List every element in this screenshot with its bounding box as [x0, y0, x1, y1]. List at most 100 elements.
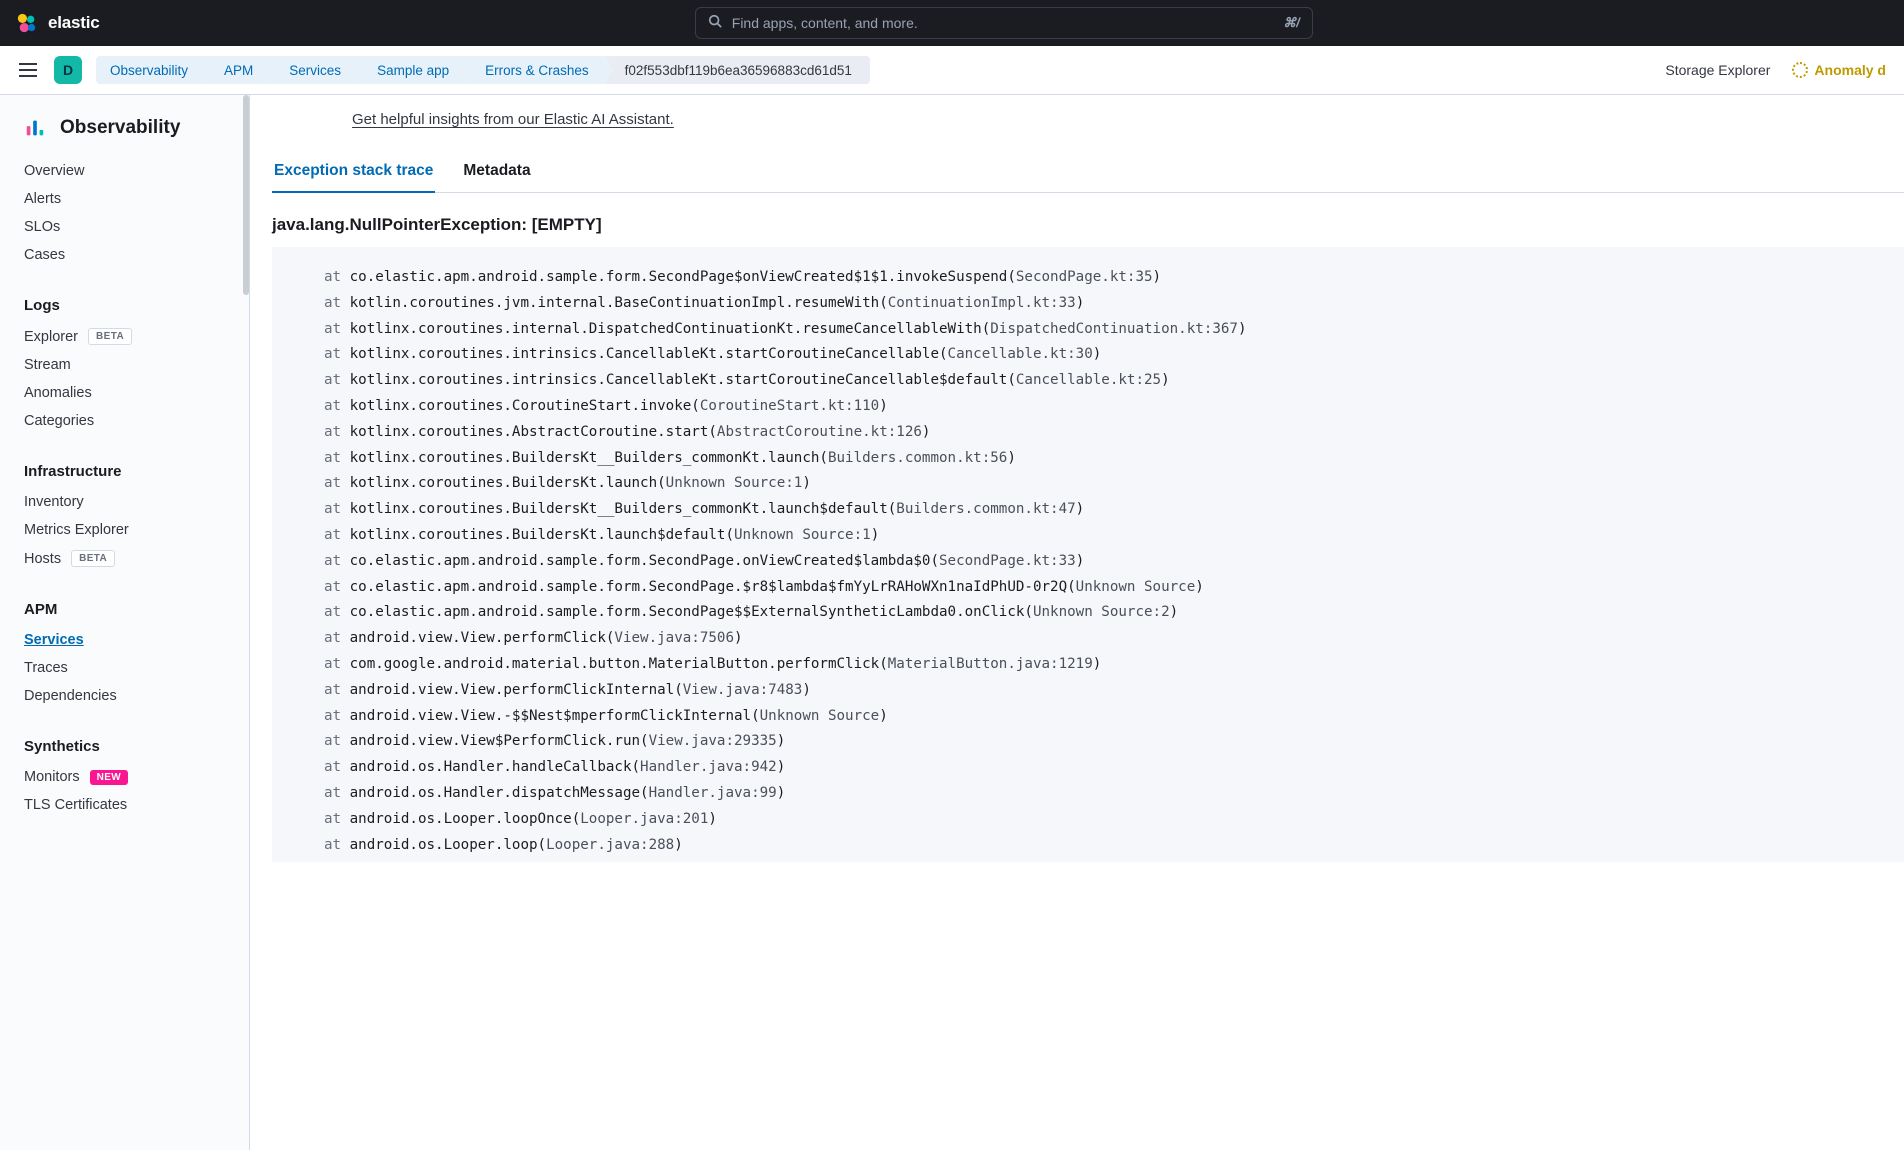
breadcrumbs: ObservabilityAPMServicesSample appErrors…: [96, 56, 1655, 84]
sidebar-item[interactable]: Anomalies: [0, 379, 244, 407]
sidebar-item[interactable]: Traces: [0, 654, 244, 682]
breadcrumb-item[interactable]: Sample app: [357, 56, 465, 84]
search-kbd-hint: ⌘/: [1283, 15, 1300, 31]
sidebar-item[interactable]: Dependencies: [0, 682, 244, 710]
stack-frame: at co.elastic.apm.android.sample.form.Se…: [272, 575, 1904, 601]
breadcrumb-item[interactable]: Observability: [96, 56, 204, 84]
stack-frame: at kotlinx.coroutines.AbstractCoroutine.…: [272, 420, 1904, 446]
top-bar: elastic ⌘/: [0, 0, 1904, 46]
sidebar-item-label: Traces: [24, 660, 68, 676]
stack-frame: at kotlinx.coroutines.BuildersKt.launch(…: [272, 471, 1904, 497]
stack-frame: at android.view.View.-$$Nest$mperformCli…: [272, 704, 1904, 730]
sidebar-item[interactable]: Services: [0, 626, 244, 654]
breadcrumb-item[interactable]: Services: [269, 56, 357, 84]
stack-trace-pane: at co.elastic.apm.android.sample.form.Se…: [272, 247, 1904, 862]
ai-assistant-banner[interactable]: Get helpful insights from our Elastic AI…: [272, 103, 1904, 142]
stack-frame: at kotlinx.coroutines.BuildersKt__Builde…: [272, 497, 1904, 523]
main-content: Get helpful insights from our Elastic AI…: [250, 95, 1904, 1150]
sidebar-item-label: Inventory: [24, 494, 84, 510]
elastic-logo[interactable]: elastic: [16, 12, 100, 34]
sidebar-group-apm: APM Services Traces Dependencies: [0, 591, 244, 728]
elastic-logo-icon: [16, 12, 38, 34]
sidebar-item-label: Monitors: [24, 769, 80, 785]
sidebar: Observability Overview Alerts SLOs Cases Lo…: [0, 95, 244, 1150]
sidebar-item[interactable]: Stream: [0, 351, 244, 379]
sidebar-group-label: Infrastructure: [0, 453, 244, 488]
sidebar-item[interactable]: Hosts BETA: [0, 544, 244, 573]
sidebar-item-label: Categories: [24, 413, 94, 429]
search-icon: [708, 14, 722, 33]
anomaly-icon: [1792, 62, 1808, 78]
stack-frame: at kotlin.coroutines.jvm.internal.BaseCo…: [272, 291, 1904, 317]
space-avatar[interactable]: D: [54, 56, 82, 84]
sidebar-title: Observability: [60, 117, 180, 139]
sidebar-item[interactable]: Monitors NEW: [0, 763, 244, 791]
sidebar-item-label: Services: [24, 632, 84, 648]
stack-frame: at android.view.View.performClick(View.j…: [272, 626, 1904, 652]
sidebar-group-label: APM: [0, 591, 244, 626]
sidebar-item-label: Hosts: [24, 551, 61, 567]
sub-bar: D ObservabilityAPMServicesSample appErro…: [0, 46, 1904, 95]
sidebar-item[interactable]: Alerts: [0, 185, 244, 213]
stack-frame: at com.google.android.material.button.Ma…: [272, 652, 1904, 678]
sidebar-item-label: TLS Certificates: [24, 797, 127, 813]
sidebar-item-label: Explorer: [24, 329, 78, 345]
sidebar-item[interactable]: Overview: [0, 157, 244, 185]
sidebar-item[interactable]: Categories: [0, 407, 244, 435]
sidebar-group-label: Synthetics: [0, 728, 244, 763]
sidebar-group-top: Overview Alerts SLOs Cases: [0, 157, 244, 287]
stack-frame: at android.os.Handler.handleCallback(Han…: [272, 755, 1904, 781]
stack-frame: at android.view.View$PerformClick.run(Vi…: [272, 729, 1904, 755]
search-input[interactable]: [732, 15, 1273, 31]
stack-frame: at kotlinx.coroutines.BuildersKt.launch$…: [272, 523, 1904, 549]
sidebar-scrollbar[interactable]: [243, 95, 249, 1150]
anomaly-label: Anomaly d: [1814, 62, 1886, 78]
tab-exception-stack-trace[interactable]: Exception stack trace: [272, 152, 435, 192]
sidebar-group-label: Logs: [0, 287, 244, 322]
anomaly-detection-link[interactable]: Anomaly d: [1792, 62, 1886, 78]
sidebar-item-label: Overview: [24, 163, 84, 179]
badge: NEW: [90, 770, 129, 785]
tab-metadata[interactable]: Metadata: [461, 152, 532, 192]
stack-frame: at kotlinx.coroutines.internal.Dispatche…: [272, 317, 1904, 343]
sidebar-item-label: Metrics Explorer: [24, 522, 129, 538]
exception-title: java.lang.NullPointerException: [EMPTY]: [272, 215, 1904, 235]
badge: BETA: [71, 550, 115, 567]
storage-explorer-link[interactable]: Storage Explorer: [1665, 62, 1770, 78]
sidebar-item[interactable]: Metrics Explorer: [0, 516, 244, 544]
stack-frame: at android.view.View.performClickInterna…: [272, 678, 1904, 704]
stack-frame: at kotlinx.coroutines.intrinsics.Cancell…: [272, 342, 1904, 368]
sidebar-item-label: SLOs: [24, 219, 60, 235]
stack-frame: at android.os.Looper.loop(Looper.java:28…: [272, 833, 1904, 859]
sidebar-item-label: Cases: [24, 247, 65, 263]
stack-frame: at kotlinx.coroutines.BuildersKt__Builde…: [272, 446, 1904, 472]
sidebar-group-infra: Infrastructure Inventory Metrics Explorer H…: [0, 453, 244, 591]
observability-icon: [24, 117, 46, 139]
tabs: Exception stack trace Metadata: [272, 152, 1904, 193]
stack-frame: at android.os.Looper.loopOnce(Looper.jav…: [272, 807, 1904, 833]
sidebar-item[interactable]: SLOs: [0, 213, 244, 241]
stack-frame: at co.elastic.apm.android.sample.form.Se…: [272, 265, 1904, 291]
stack-frame: at android.os.Handler.dispatchMessage(Ha…: [272, 781, 1904, 807]
sidebar-group-synthetics: Synthetics Monitors NEW TLS Certificates: [0, 728, 244, 837]
breadcrumb-item: f02f553dbf119b6ea36596883cd61d51: [605, 56, 870, 84]
sidebar-item-label: Dependencies: [24, 688, 117, 704]
sidebar-item-label: Anomalies: [24, 385, 92, 401]
badge: BETA: [88, 328, 132, 345]
sidebar-item-label: Alerts: [24, 191, 61, 207]
sidebar-item[interactable]: Inventory: [0, 488, 244, 516]
sidebar-item[interactable]: Cases: [0, 241, 244, 269]
stack-frame: at kotlinx.coroutines.intrinsics.Cancell…: [272, 368, 1904, 394]
breadcrumb-item[interactable]: APM: [204, 56, 269, 84]
nav-toggle-button[interactable]: [12, 54, 44, 86]
sidebar-item[interactable]: TLS Certificates: [0, 791, 244, 819]
sidebar-item-label: Stream: [24, 357, 71, 373]
breadcrumb-item[interactable]: Errors & Crashes: [465, 56, 605, 84]
global-search[interactable]: ⌘/: [695, 7, 1313, 39]
sidebar-group-logs: Logs Explorer BETA Stream Anomalies Categorie…: [0, 287, 244, 453]
stack-frame: at co.elastic.apm.android.sample.form.Se…: [272, 549, 1904, 575]
sidebar-item[interactable]: Explorer BETA: [0, 322, 244, 351]
stack-frame: at co.elastic.apm.android.sample.form.Se…: [272, 600, 1904, 626]
elastic-logo-text: elastic: [48, 13, 100, 33]
stack-frame: at kotlinx.coroutines.CoroutineStart.inv…: [272, 394, 1904, 420]
